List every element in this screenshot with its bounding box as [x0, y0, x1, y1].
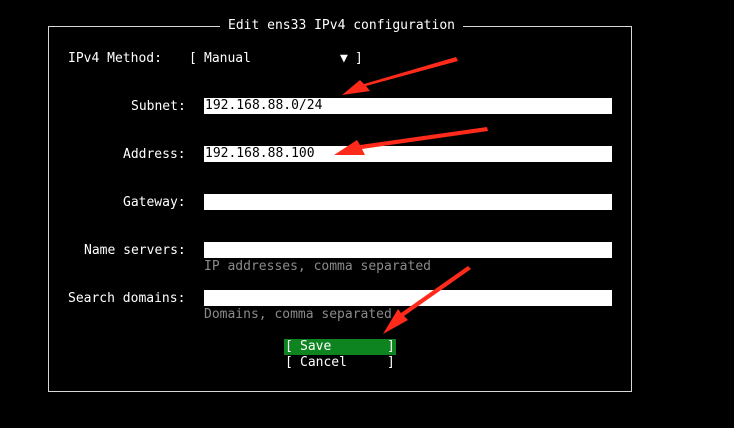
- save-close-bracket: ]: [387, 339, 395, 354]
- ipv4-method-select[interactable]: [ Manual ▼ ]: [189, 51, 365, 67]
- save-open-bracket: [: [285, 339, 293, 354]
- subnet-label: Subnet:: [131, 99, 186, 114]
- gateway-input[interactable]: [204, 194, 612, 210]
- cancel-close-bracket: ]: [387, 355, 395, 370]
- dialog-title: Edit ens33 IPv4 configuration: [220, 18, 463, 34]
- method-value: Manual: [204, 51, 251, 66]
- chevron-down-icon: ▼: [340, 51, 348, 66]
- method-close-bracket: ]: [355, 51, 363, 66]
- cancel-button[interactable]: [ Cancel ]: [284, 355, 396, 371]
- ipv4-method-label: IPv4 Method:: [68, 51, 162, 66]
- cancel-label: Cancel: [300, 355, 347, 370]
- method-open-bracket: [: [189, 51, 197, 66]
- name-servers-hint: IP addresses, comma separated: [204, 259, 431, 274]
- search-domains-hint: Domains, comma separated: [204, 307, 392, 322]
- address-input[interactable]: 192.168.88.100: [204, 146, 612, 162]
- search-domains-input[interactable]: [204, 290, 612, 306]
- save-button[interactable]: [ Save ]: [284, 339, 396, 355]
- address-label: Address:: [123, 147, 186, 162]
- name-servers-input[interactable]: [204, 242, 612, 258]
- cancel-open-bracket: [: [285, 355, 293, 370]
- gateway-label: Gateway:: [123, 195, 186, 210]
- save-label: Save: [300, 339, 332, 354]
- subnet-input[interactable]: 192.168.88.0/24: [204, 98, 612, 114]
- search-domains-label: Search domains:: [68, 291, 186, 306]
- name-servers-label: Name servers:: [84, 243, 186, 258]
